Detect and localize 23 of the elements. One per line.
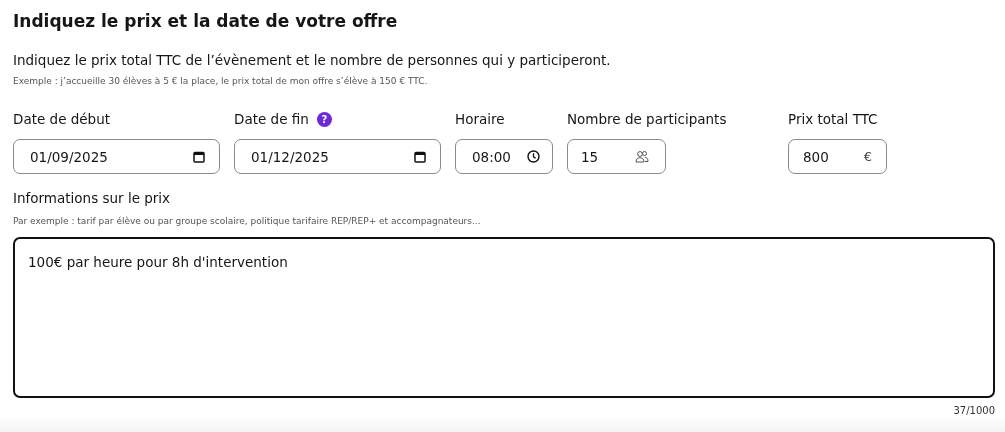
input-field[interactable]: 08:00 <box>455 139 553 174</box>
hint-text: Par exemple : tarif par élève ou par groupe scolaire, politique tarifaire REP/REP+ et accompagnateurs... <box>13 215 482 228</box>
field-label: Date de fin <box>234 111 309 127</box>
example-text: Exemple : j’accueille 30 élèves à 5 € la place, le prix total de mon offre s’élève à 150 € TTC. <box>13 75 429 88</box>
character-counter: 37/1000 <box>953 405 995 416</box>
input-field[interactable]: 15 <box>567 139 666 174</box>
clock-icon[interactable] <box>527 150 540 163</box>
section-title: Indiquez le prix et la date de votre offre <box>13 10 399 33</box>
help-icon[interactable]: ? <box>316 111 332 127</box>
field-label: Informations sur le prix <box>13 189 172 207</box>
text-area[interactable]: 100€ par heure pour 8h d'intervention <box>13 237 995 398</box>
description: Indiquez le prix total TTC de l’évènement et le nombre de personnes qui y participeront. <box>13 51 612 70</box>
field-label: Nombre de participants <box>567 111 727 127</box>
field-label: Date de début <box>13 111 111 127</box>
people-icon <box>635 150 649 163</box>
input-field[interactable]: 01/12/2025 <box>234 139 441 174</box>
input-field[interactable]: 800 € <box>788 139 887 174</box>
field-label: Horaire <box>455 111 505 127</box>
calendar-icon[interactable] <box>414 150 426 163</box>
input-field[interactable]: 01/09/2025 <box>13 139 220 174</box>
field-label: Prix total TTC <box>788 111 878 127</box>
calendar-icon[interactable] <box>193 150 205 163</box>
euro-sign: € <box>863 149 872 164</box>
